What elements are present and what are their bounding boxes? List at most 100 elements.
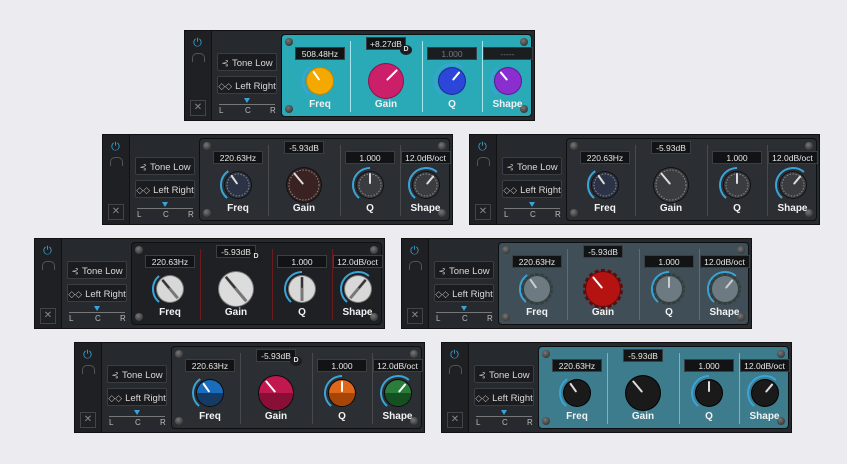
tone-select[interactable]: ⊰ Tone Low	[474, 365, 534, 383]
q-knob[interactable]	[422, 51, 482, 111]
pan-marker[interactable]	[162, 202, 168, 207]
tone-select[interactable]: ⊰ Tone Low	[107, 365, 167, 383]
dynamic-badge[interactable]: D	[400, 45, 412, 55]
power-icon[interactable]: ⏻	[109, 141, 122, 154]
pan-slider[interactable]: LCR	[67, 306, 127, 324]
link-icon[interactable]	[449, 365, 462, 374]
shape-knob[interactable]	[735, 363, 795, 423]
stereo-select[interactable]: ◇◇ Left Right	[135, 180, 195, 198]
pan-marker[interactable]	[134, 410, 140, 415]
shape-knob[interactable]	[328, 259, 388, 319]
freq-knob[interactable]	[290, 51, 350, 111]
link-icon[interactable]	[409, 261, 422, 270]
close-icon[interactable]: ✕	[447, 412, 463, 428]
q-knob[interactable]	[272, 259, 332, 319]
stereo-label: Left Right	[85, 289, 126, 300]
dynamic-badge[interactable]: D	[290, 356, 302, 366]
shape-knob[interactable]	[695, 259, 755, 319]
pan-marker[interactable]	[501, 410, 507, 415]
pan-marker[interactable]	[94, 306, 100, 311]
close-icon[interactable]: ✕	[108, 204, 124, 220]
stereo-label: Left Right	[235, 81, 276, 92]
eq-plugin-6: ⏻ ✕ ⊰ Tone Low ◇◇ Left Right L C R 220.63Hz Freq -5…	[74, 342, 425, 433]
gain-value-display[interactable]: -5.93dB	[623, 349, 663, 362]
tone-label: Tone Low	[448, 266, 490, 277]
freq-knob[interactable]	[547, 363, 607, 423]
pan-marker[interactable]	[461, 306, 467, 311]
gain-knob[interactable]	[206, 259, 266, 319]
pan-slider[interactable]: LCR	[434, 306, 494, 324]
pan-slider[interactable]: LCR	[107, 410, 167, 428]
shape-knob[interactable]	[763, 155, 823, 215]
stereo-select[interactable]: ◇◇ Left Right	[502, 180, 562, 198]
link-icon[interactable]	[192, 53, 205, 62]
screw	[805, 142, 813, 150]
power-icon[interactable]: ⏻	[476, 141, 489, 154]
dynamic-badge[interactable]: D	[250, 252, 262, 262]
gain-knob[interactable]	[356, 51, 416, 111]
pan-slider[interactable]: LCR	[217, 98, 277, 116]
power-icon[interactable]: ⏻	[448, 349, 461, 362]
close-icon[interactable]: ✕	[475, 204, 491, 220]
freq-knob[interactable]	[208, 155, 268, 215]
freq-knob[interactable]	[180, 363, 240, 423]
freq-knob[interactable]	[507, 259, 567, 319]
q-knob[interactable]	[340, 155, 400, 215]
knob-cap	[369, 64, 403, 98]
close-icon[interactable]: ✕	[80, 412, 96, 428]
pan-slider[interactable]: LCR	[474, 410, 534, 428]
q-knob[interactable]	[679, 363, 739, 423]
close-icon[interactable]: ✕	[190, 100, 206, 116]
knob-cap	[779, 172, 806, 198]
link-icon[interactable]	[477, 157, 490, 166]
shape-knob[interactable]	[478, 51, 538, 111]
shape-knob[interactable]	[396, 155, 456, 215]
pan-c: C	[95, 314, 101, 323]
eq-plugin-7: ⏻ ✕ ⊰ Tone Low ◇◇ Left Right L C R 220.63Hz Freq -5…	[441, 342, 792, 433]
pan-c: C	[502, 418, 508, 427]
pan-slider[interactable]: LCR	[135, 202, 195, 220]
power-icon[interactable]: ⏻	[408, 245, 421, 258]
gain-value-display[interactable]: -5.93dB	[651, 141, 691, 154]
q-knob[interactable]	[639, 259, 699, 319]
tone-select[interactable]: ⊰ Tone Low	[434, 261, 494, 279]
q-knob[interactable]	[707, 155, 767, 215]
shape-knob[interactable]	[368, 363, 428, 423]
gain-knob[interactable]	[274, 155, 334, 215]
freq-knob[interactable]	[140, 259, 200, 319]
q-knob[interactable]	[312, 363, 372, 423]
eq-plugin-2: ⏻ ✕ ⊰ Tone Low ◇◇ Left Right L C R 220.63Hz Freq -5…	[102, 134, 453, 225]
stereo-select[interactable]: ◇◇ Left Right	[217, 76, 277, 94]
pan-marker[interactable]	[529, 202, 535, 207]
pan-slider[interactable]: LCR	[502, 202, 562, 220]
pan-marker[interactable]	[244, 98, 250, 103]
knob-panel: 508.48Hz Freq +8.27dB Gain 1.000 Q ----- Shape D	[281, 34, 533, 117]
stereo-select[interactable]: ◇◇ Left Right	[67, 284, 127, 302]
gain-knob[interactable]	[641, 155, 701, 215]
close-icon[interactable]: ✕	[407, 308, 423, 324]
gain-knob[interactable]	[246, 363, 306, 423]
gain-value-display[interactable]: -5.93dB	[284, 141, 324, 154]
stereo-select[interactable]: ◇◇ Left Right	[434, 284, 494, 302]
close-icon[interactable]: ✕	[40, 308, 56, 324]
power-icon[interactable]: ⏻	[191, 37, 204, 50]
link-icon[interactable]	[82, 365, 95, 374]
tone-select[interactable]: ⊰ Tone Low	[135, 157, 195, 175]
freq-knob[interactable]	[575, 155, 635, 215]
gain-knob[interactable]	[613, 363, 673, 423]
tone-select[interactable]: ⊰ Tone Low	[67, 261, 127, 279]
stereo-select[interactable]: ◇◇ Left Right	[474, 388, 534, 406]
link-icon[interactable]	[110, 157, 123, 166]
gain-value-display[interactable]: -5.93dB	[583, 245, 623, 258]
pan-l: L	[436, 314, 441, 323]
plugin-side-strip: ⏻ ✕	[402, 239, 429, 328]
knob-cap	[711, 276, 738, 302]
power-icon[interactable]: ⏻	[41, 245, 54, 258]
tone-select[interactable]: ⊰ Tone Low	[217, 53, 277, 71]
stereo-select[interactable]: ◇◇ Left Right	[107, 388, 167, 406]
tone-select[interactable]: ⊰ Tone Low	[502, 157, 562, 175]
power-icon[interactable]: ⏻	[81, 349, 94, 362]
knob-cap	[751, 380, 778, 406]
gain-knob[interactable]	[573, 259, 633, 319]
link-icon[interactable]	[42, 261, 55, 270]
